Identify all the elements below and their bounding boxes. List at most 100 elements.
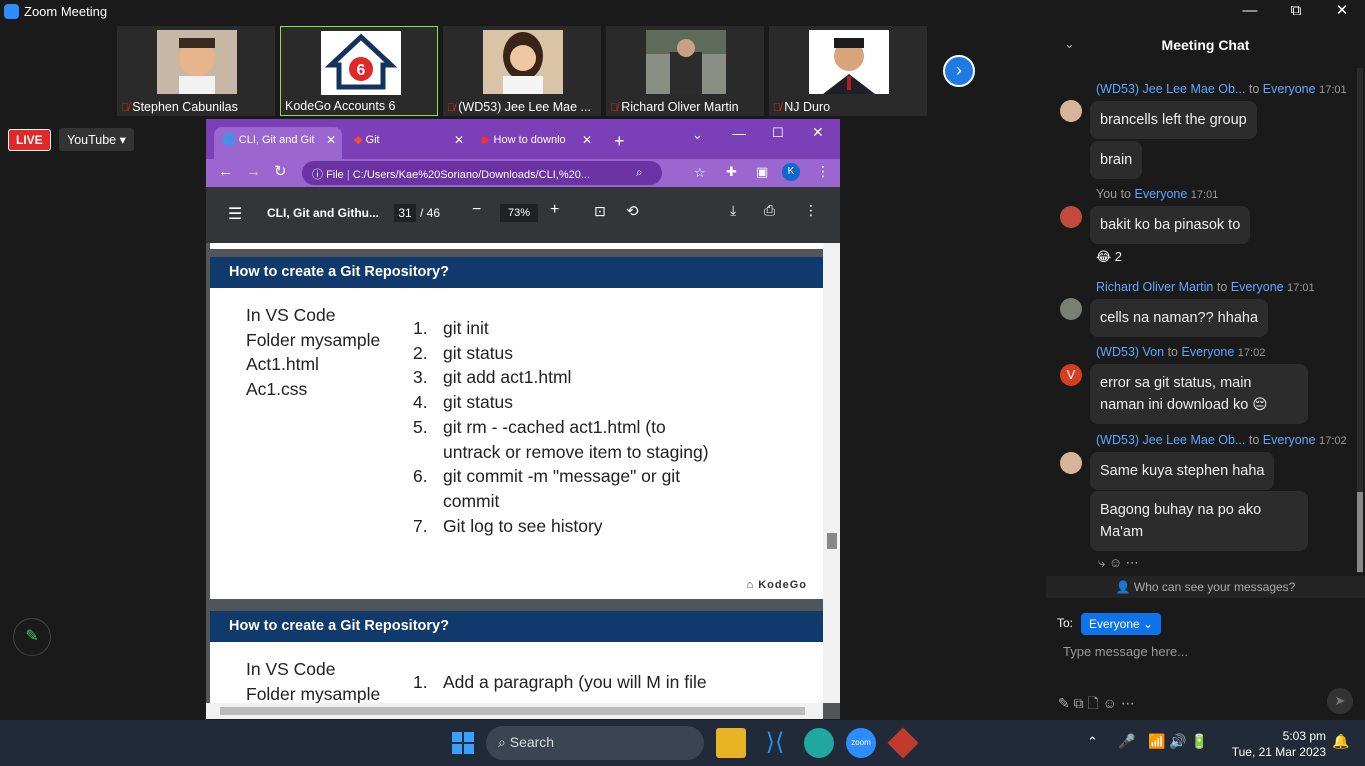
info-icon: ⓘ <box>312 169 327 181</box>
chat-bubble[interactable]: Bagong buhay na po ako Ma'am <box>1090 491 1308 551</box>
participant-photo <box>646 30 726 94</box>
back-arrow-icon[interactable]: ← <box>218 163 233 180</box>
participant-tile-active[interactable]: 6 KodeGo Accounts 6 <box>280 26 438 116</box>
taskbar-search[interactable]: ⌕ Search <box>486 726 704 760</box>
slide-text-line: Folder mysample <box>246 329 381 350</box>
slide-heading: How to create a Git Repository? <box>210 611 823 642</box>
rotate-icon[interactable]: ⟲ <box>626 202 639 220</box>
microphone-icon[interactable]: 🎤 <box>1118 733 1135 750</box>
live-badge[interactable]: LIVE <box>8 129 51 151</box>
participant-photo <box>809 30 889 94</box>
privacy-note[interactable]: 👤 Who can see your messages? <box>1046 576 1365 598</box>
muted-mic-icon: 🎙̸ <box>773 102 782 114</box>
annotate-pencil-icon[interactable]: ✎ <box>13 618 51 656</box>
pdf-viewer[interactable]: How to create a Git Repository? In VS Co… <box>206 243 840 719</box>
side-panel-icon[interactable]: ▣ <box>756 164 768 180</box>
clock-date: Tue, 21 Mar 2023 <box>1231 745 1326 759</box>
participant-tile[interactable]: 🎙̸ NJ Duro <box>769 26 927 116</box>
zoom-logo-icon <box>4 4 19 19</box>
window-title: Zoom Meeting <box>24 4 108 19</box>
avatar <box>1060 206 1082 228</box>
browser-minimize-button[interactable]: — <box>732 125 746 141</box>
profile-avatar[interactable]: K <box>782 163 800 181</box>
browser-tab-active[interactable]: 🌐 CLI, Git and Git ✕ <box>214 127 342 159</box>
recipient-dropdown[interactable]: Everyone ⌄ <box>1081 613 1162 635</box>
windows-taskbar: ⌕ Search ⟩⟨ zoom ⌃ 🎤 📶 🔊 🔋 5:03 pm Tue, … <box>0 720 1365 766</box>
send-icon[interactable]: ➤ <box>1327 688 1353 714</box>
tab-close-icon[interactable]: ✕ <box>326 133 336 147</box>
zoom-app-icon[interactable]: zoom <box>846 728 876 758</box>
browser-menu-icon[interactable]: ⋮ <box>816 163 830 180</box>
zoom-in-button[interactable]: + <box>550 201 559 219</box>
participant-tile[interactable]: 🎙̸ (WD53) Jee Lee Mae ... <box>443 26 601 116</box>
chat-formatting-toolbar[interactable]: ✎ ⧉ 🗋 ☺ ⋯ <box>1058 693 1135 717</box>
chat-scrollbar[interactable] <box>1357 68 1363 573</box>
participant-name: NJ Duro <box>784 100 831 114</box>
vertical-scrollbar[interactable] <box>823 243 840 703</box>
chat-bubble[interactable]: bakit ko ba pinasok to <box>1090 206 1251 244</box>
edge-icon[interactable] <box>804 728 834 758</box>
browser-tab[interactable]: ◆ Git ✕ <box>346 127 470 159</box>
youtube-stream-dropdown[interactable]: YouTube ▾ <box>59 128 134 151</box>
message-actions[interactable]: ⤷ ☺ ⋯ <box>1098 555 1139 571</box>
windows-start-icon[interactable] <box>448 728 478 758</box>
participant-tile[interactable]: 🎙̸ Richard Oliver Martin <box>606 26 764 116</box>
tab-close-icon[interactable]: ✕ <box>454 133 464 147</box>
list-item: 5. git rm - -cached act1.html (to untrack… <box>413 416 709 462</box>
url-field[interactable]: ⓘ File | C:/Users/Kae%20Soriano/Download… <box>302 161 662 185</box>
git-gui-icon[interactable] <box>887 727 919 759</box>
chat-bubble[interactable]: cells na naman?? hhaha <box>1090 299 1269 337</box>
zoom-out-button[interactable]: − <box>472 201 481 219</box>
download-icon[interactable]: ⤓ <box>730 202 736 219</box>
chat-bubble[interactable]: Same kuya stephen haha <box>1090 452 1275 490</box>
chat-bubble[interactable]: brain <box>1090 141 1143 179</box>
tab-label: How to downlo <box>493 134 566 146</box>
extensions-icon[interactable]: ✚ <box>726 164 737 180</box>
tab-search-chevron-icon[interactable]: ⌄ <box>692 127 703 143</box>
participant-name: Richard Oliver Martin <box>621 100 739 114</box>
close-button[interactable]: ✕ <box>1319 0 1365 24</box>
list-item: 3. git add act1.html <box>413 367 572 388</box>
bookmark-star-icon[interactable]: ☆ <box>694 165 706 181</box>
browser-close-button[interactable]: ✕ <box>812 124 824 141</box>
slide-text-line: Ac1.css <box>246 379 308 400</box>
tab-close-icon[interactable]: ✕ <box>582 133 592 147</box>
network-volume-battery-icon[interactable]: 📶 🔊 🔋 <box>1148 733 1208 750</box>
reaction-badge[interactable]: 😂 2 <box>1096 249 1122 265</box>
zoom-level-input[interactable]: 73% <box>500 204 538 222</box>
svg-text:6: 6 <box>357 62 366 79</box>
scrollbar-thumb[interactable] <box>1357 492 1363 572</box>
tray-chevron-icon[interactable]: ⌃ <box>1087 734 1098 750</box>
clock-time: 5:03 pm <box>1282 729 1326 743</box>
print-icon[interactable]: ⎙ <box>764 202 775 219</box>
new-tab-button[interactable]: + <box>614 131 625 152</box>
minimize-button[interactable]: — <box>1227 0 1273 24</box>
forward-arrow-icon[interactable]: → <box>246 163 261 180</box>
chat-bubble[interactable]: brancells left the group <box>1090 101 1257 139</box>
more-options-icon[interactable]: ⋮ <box>804 202 818 219</box>
browser-maximize-button[interactable]: ☐ <box>772 125 784 141</box>
scrollbar-thumb[interactable] <box>220 707 805 715</box>
chat-input[interactable]: Type message here... <box>1063 644 1188 659</box>
next-participants-button[interactable]: › <box>943 55 975 87</box>
reload-icon[interactable]: ↻ <box>274 162 287 180</box>
participant-tile[interactable]: 🎙̸ Stephen Cabunilas <box>117 26 275 116</box>
muted-mic-icon: 🎙̸ <box>447 102 456 114</box>
fit-page-icon[interactable]: ⊡ <box>594 203 606 220</box>
clock[interactable]: 5:03 pm Tue, 21 Mar 2023 <box>1228 728 1326 760</box>
file-explorer-icon[interactable] <box>716 728 746 758</box>
scrollbar-thumb[interactable] <box>827 533 837 549</box>
slide-text-line: In VS Code <box>246 305 336 325</box>
vscode-icon[interactable]: ⟩⟨ <box>760 728 790 758</box>
horizontal-scrollbar[interactable] <box>206 703 823 719</box>
list-item: 2. git status <box>413 342 514 363</box>
browser-tab[interactable]: ▶ How to downlo ✕ <box>474 127 598 159</box>
menu-hamburger-icon[interactable]: ☰ <box>228 204 242 224</box>
page-number-input[interactable]: 31 <box>394 204 416 222</box>
list-item: 1. git init <box>413 318 489 338</box>
restore-button[interactable]: ⧉ <box>1273 0 1319 24</box>
zoom-search-icon[interactable]: ⌕ <box>636 165 643 180</box>
chat-bubble[interactable]: error sa git status, main naman ini down… <box>1090 364 1308 424</box>
participant-photo <box>157 30 237 94</box>
notification-bell-icon[interactable]: 🔔 <box>1332 733 1349 750</box>
